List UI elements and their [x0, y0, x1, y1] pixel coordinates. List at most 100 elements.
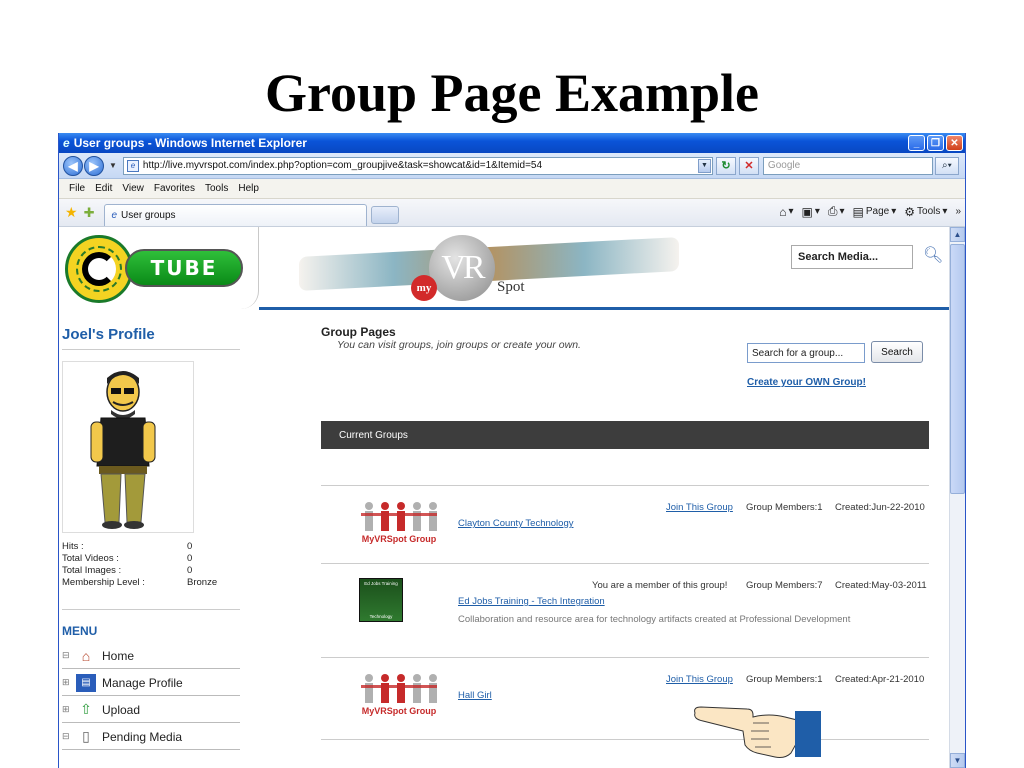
minimize-button[interactable]: _	[908, 135, 925, 151]
tab-label: User groups	[121, 209, 176, 221]
stat-value: 0	[187, 541, 193, 552]
vr-logo: VR	[429, 235, 495, 301]
forward-button[interactable]: ▶	[84, 155, 104, 176]
sidebar-item-home[interactable]: ⊟ ⌂ Home	[62, 643, 240, 669]
stat-value: 0	[187, 565, 193, 576]
stat-label: Membership Level :	[62, 577, 145, 588]
tools-command[interactable]: ⚙ Tools ▾	[904, 205, 947, 219]
scrollbar-thumb[interactable]	[950, 244, 965, 494]
scroll-up-icon[interactable]: ▲	[950, 227, 965, 242]
group-row: MyVRSpot Group Hall Girl Join This Group…	[321, 657, 929, 739]
sidebar: Joel's Profile Hits: 0 Total Videos: 0…	[59, 309, 259, 768]
close-button[interactable]: ✕	[946, 135, 963, 151]
chevron-down-icon[interactable]: ▼	[697, 158, 711, 173]
print-icon: ⎙	[827, 204, 838, 218]
search-icon[interactable]: ⌕▾	[934, 156, 959, 175]
group-description: Collaboration and resource area for tech…	[458, 614, 851, 625]
tab-user-groups[interactable]: e User groups	[104, 203, 368, 226]
url-text: http://live.myvrspot.com/index.php?optio…	[142, 160, 543, 171]
menu-favorites[interactable]: Favorites	[154, 183, 195, 194]
stop-button[interactable]: ✕	[738, 156, 759, 175]
stat-label: Total Images :	[62, 565, 122, 576]
add-favorites-icon[interactable]: ✚	[84, 205, 95, 221]
menu-bar: File Edit View Favorites Tools Help	[59, 179, 965, 199]
menu-view[interactable]: View	[122, 183, 144, 194]
sidebar-item-upload[interactable]: ⊞ ⇧ Upload	[62, 697, 240, 723]
collapse-icon[interactable]: ⊟	[62, 731, 72, 742]
join-group-link[interactable]: Join This Group	[666, 674, 733, 685]
profile-icon: ▤	[76, 673, 96, 692]
search-button[interactable]: Search	[871, 341, 923, 363]
restore-button[interactable]: ❐	[927, 135, 944, 151]
sidebar-item-label: Manage Profile	[102, 675, 183, 690]
ie-logo-icon: e	[63, 136, 70, 150]
tab-bar: ★ ✚ e User groups ⌂ ▾ ▣ ▾ ⎙ ▾ ▤ Page ▾ ⚙ Tools…	[59, 199, 965, 227]
vertical-scrollbar[interactable]: ▲ ▼	[949, 227, 965, 768]
menu-edit[interactable]: Edit	[95, 183, 112, 194]
seal-ring	[76, 246, 122, 292]
stat-row: Hits : 0	[62, 541, 217, 553]
menu-file[interactable]: File	[69, 183, 85, 194]
expand-icon[interactable]: ⊞	[62, 677, 72, 688]
group-name-link[interactable]: Ed Jobs Training - Tech Integration	[458, 596, 605, 607]
group-thumbnail[interactable]: MyVRSpot Group	[359, 500, 439, 544]
url-field[interactable]: e http://live.myvrspot.com/index.php?opt…	[122, 156, 713, 175]
ie-tab-icon: e	[111, 209, 118, 221]
group-thumbnail[interactable]: MyVRSpot Group	[359, 672, 439, 716]
expand-icon[interactable]: ⊞	[62, 704, 72, 715]
address-bar: ◀ ▶ ▼ e http://live.myvrspot.com/index.p…	[59, 153, 965, 179]
sidebar-item-pending-media[interactable]: ⊟ ▯ Pending Media	[62, 724, 240, 750]
group-thumb-caption: Ed Jobs Training	[364, 581, 398, 586]
home-command[interactable]: ⌂ ▾	[779, 205, 793, 219]
page-label: Page	[865, 206, 890, 217]
stat-label: Hits :	[62, 541, 84, 552]
people-group-icon	[361, 674, 437, 703]
stat-value: Bronze	[187, 577, 218, 588]
print-command[interactable]: ⎙ ▾	[828, 204, 845, 219]
collapse-icon[interactable]: ⊟	[62, 650, 72, 661]
profile-stats: Hits :0 Total Videos :0 Total Images :0 …	[62, 541, 217, 589]
page-icon: ▤	[852, 204, 864, 219]
group-thumb-image: Ed Jobs Training Technology	[359, 578, 403, 622]
refresh-button[interactable]: ↻	[715, 156, 736, 175]
group-row: Ed Jobs Training Technology Ed Jobs Trai…	[321, 563, 929, 657]
divider	[62, 609, 240, 610]
sidebar-item-manage-profile[interactable]: ⊞ ▤ Manage Profile	[62, 670, 240, 696]
school-seal-icon	[65, 235, 133, 303]
menu-tools[interactable]: Tools	[205, 183, 228, 194]
group-thumb-footer: Technology	[369, 614, 393, 619]
group-members: Group Members:1	[746, 502, 823, 513]
new-tab-button[interactable]	[371, 205, 400, 224]
stat-value: 0	[187, 553, 193, 564]
back-button[interactable]: ◀	[63, 155, 83, 176]
group-thumbnail[interactable]: Ed Jobs Training Technology	[359, 578, 403, 622]
create-group-link[interactable]: Create your OWN Group!	[747, 377, 866, 388]
group-name-link[interactable]: Hall Girl	[458, 690, 492, 701]
tube-logo: TUBE	[125, 249, 243, 287]
group-created: Created:Jun-22-2010	[835, 502, 925, 513]
more-commands-icon[interactable]: »	[955, 206, 961, 217]
feeds-command[interactable]: ▣ ▾	[802, 205, 820, 219]
favorites-star-icon[interactable]: ★	[65, 204, 78, 221]
search-icon[interactable]: 🔍︎	[923, 245, 943, 265]
group-search-input[interactable]: Search for a group...	[747, 343, 865, 363]
divider	[62, 349, 240, 350]
search-input[interactable]: Google	[762, 156, 933, 175]
stat-row: Total Images : 0	[62, 565, 217, 577]
pointing-hand-icon	[694, 706, 805, 758]
search-media-input[interactable]: Search Media...	[791, 245, 913, 269]
group-name-link[interactable]: Clayton County Technology	[458, 518, 573, 529]
sidebar-item-label: Upload	[102, 702, 141, 717]
history-dropdown-icon[interactable]: ▼	[109, 161, 117, 170]
scroll-down-icon[interactable]: ▼	[950, 753, 965, 768]
upload-icon: ⇧	[80, 701, 92, 717]
join-group-link[interactable]: Join This Group	[666, 502, 733, 513]
logo-area[interactable]: TUBE	[59, 227, 259, 309]
avatar[interactable]	[62, 361, 194, 533]
my-badge: my	[411, 275, 437, 301]
stat-label: Total Videos :	[62, 553, 119, 564]
page-command[interactable]: ▤ Page ▾	[853, 205, 897, 219]
gear-icon: ⚙	[904, 204, 916, 219]
window-titlebar[interactable]: e User groups - Windows Internet Explore…	[59, 133, 965, 153]
menu-help[interactable]: Help	[238, 183, 259, 194]
